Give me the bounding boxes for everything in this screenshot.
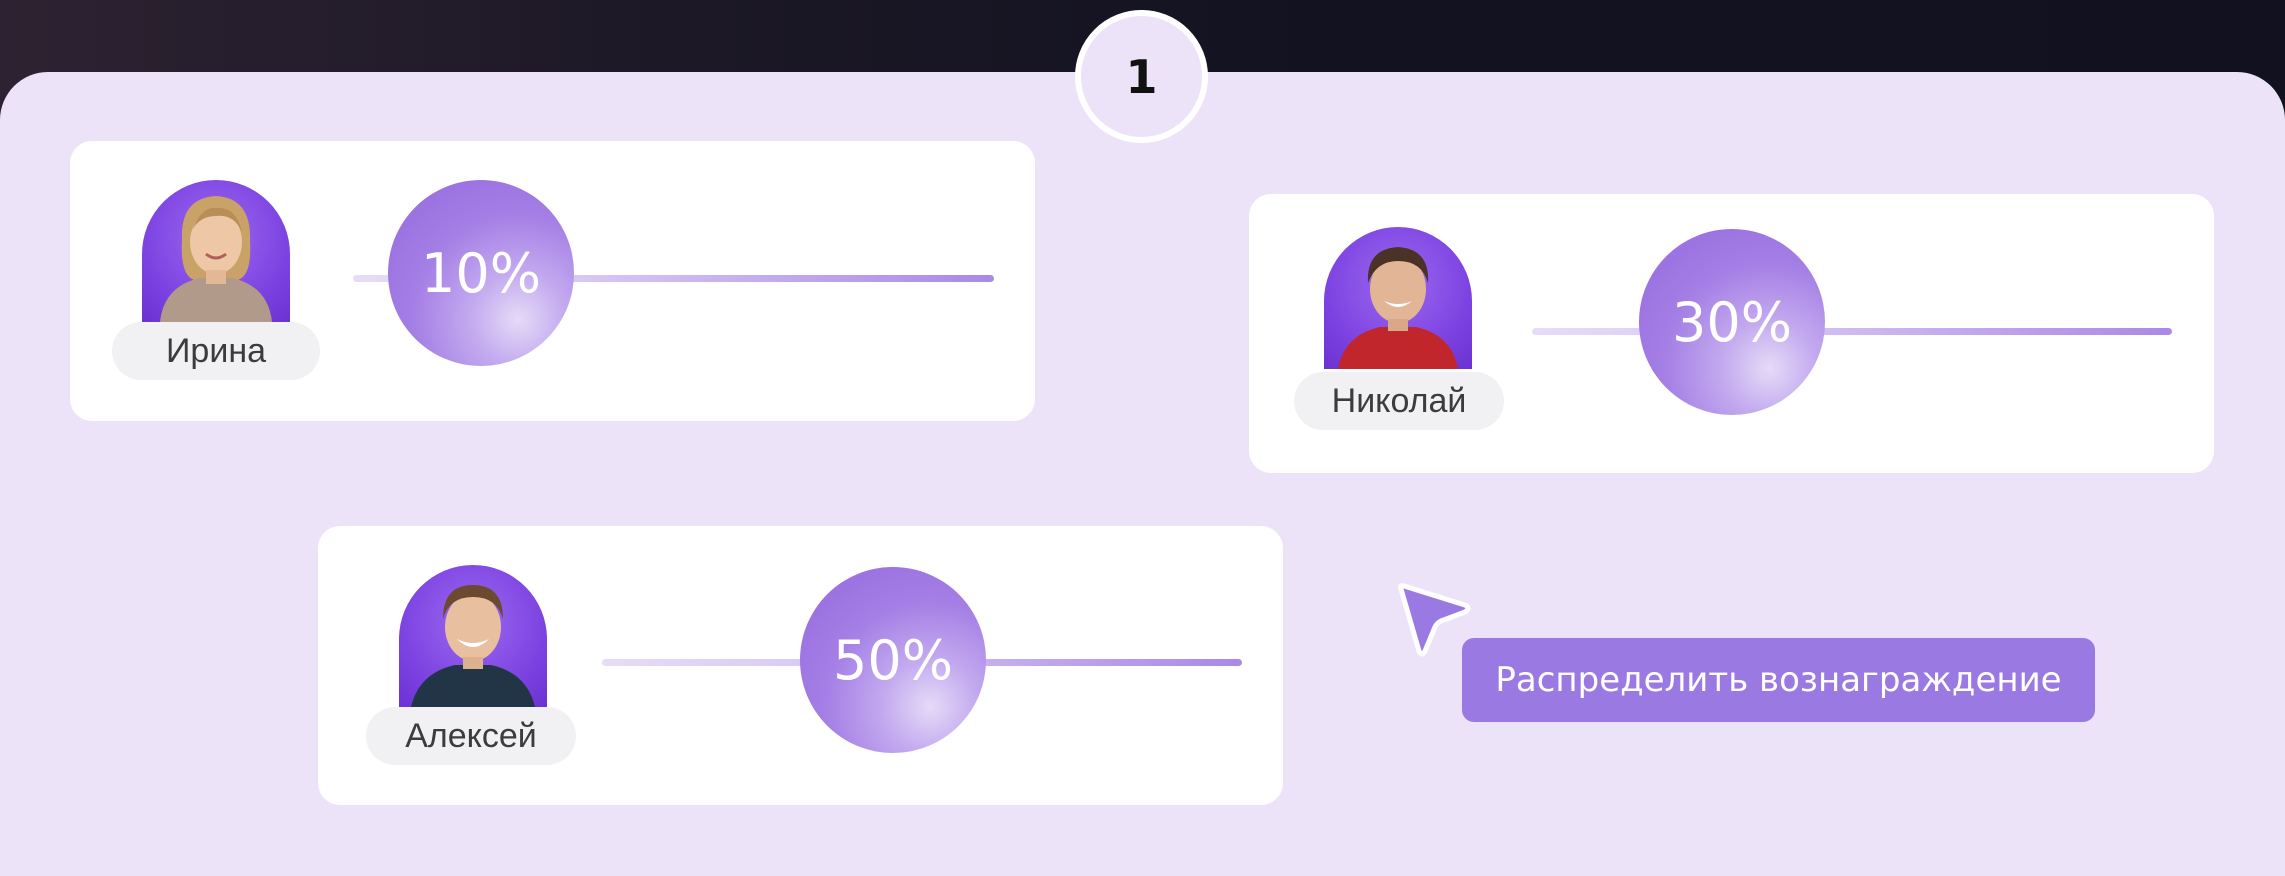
distribute-reward-button[interactable]: Распределить вознаграждение bbox=[1462, 638, 2095, 722]
distribute-reward-label: Распределить вознаграждение bbox=[1495, 660, 2062, 700]
share-slider-knob[interactable]: 10% bbox=[388, 180, 574, 366]
participant-name: Николай bbox=[1294, 372, 1504, 430]
participant-name: Алексей bbox=[366, 707, 576, 765]
share-slider-knob[interactable]: 50% bbox=[800, 567, 986, 753]
avatar-portrait bbox=[1338, 247, 1458, 369]
avatar-portrait bbox=[411, 585, 535, 707]
share-value: 30% bbox=[1671, 290, 1793, 354]
avatar bbox=[142, 180, 290, 322]
share-slider-knob[interactable]: 30% bbox=[1639, 229, 1825, 415]
participant-card-nikolai: Николай 30% bbox=[1249, 194, 2214, 473]
step-badge: 1 bbox=[1075, 10, 1208, 143]
avatar-portrait bbox=[160, 196, 272, 322]
share-slider-track[interactable] bbox=[1532, 328, 2172, 335]
participant-name: Ирина bbox=[112, 322, 320, 380]
step-number: 1 bbox=[1125, 49, 1158, 104]
avatar bbox=[399, 565, 547, 707]
share-value: 10% bbox=[420, 241, 542, 305]
avatar bbox=[1324, 227, 1472, 369]
participant-card-aleksei: Алексей 50% bbox=[318, 526, 1283, 805]
participant-card-irina: Ирина 10% bbox=[70, 141, 1035, 421]
share-value: 50% bbox=[832, 628, 954, 692]
